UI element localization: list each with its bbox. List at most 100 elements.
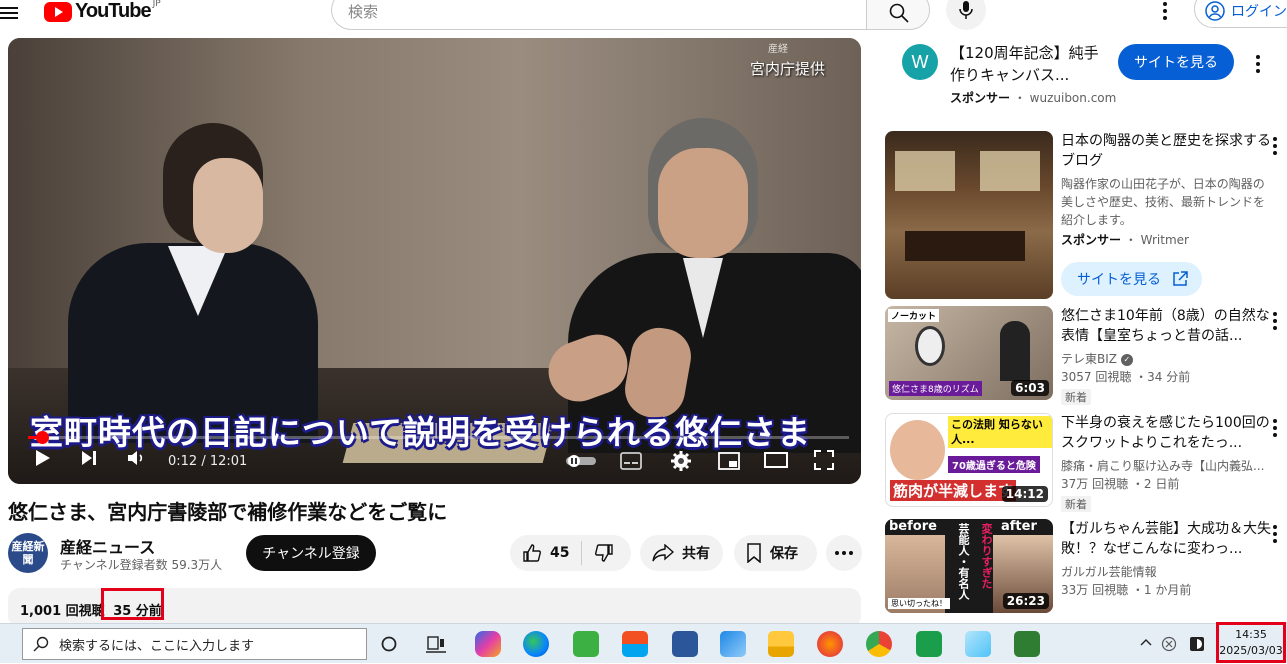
verified-check-icon: ✓: [1120, 353, 1133, 366]
finance-app-icon[interactable]: [1014, 631, 1040, 657]
view-count: 1,001 回視聴: [20, 604, 105, 619]
video-thumbnail[interactable]: before after 芸能人・有名人 変わりすぎた 思い切ったね！ 26:2…: [885, 519, 1053, 613]
channel-avatar-text: 産経新聞: [11, 540, 45, 566]
photos-icon[interactable]: [720, 631, 746, 657]
settings-gear-icon[interactable]: [670, 450, 692, 472]
document-app-icon[interactable]: [672, 631, 698, 657]
logo-region: JP: [152, 0, 161, 9]
thumb-headline: この法則 知らない人...: [948, 416, 1052, 448]
video-watermark: 産経: [768, 44, 788, 55]
progress-scrubber[interactable]: [35, 431, 49, 444]
ad-domain: wuzuibon.com: [1029, 91, 1117, 105]
youtube-logo[interactable]: YouTube JP: [44, 0, 161, 23]
sponsored-video-card[interactable]: 日本の陶器の美と歴史を探求するブログ 陶器作家の山田花子が、日本の陶器の美しさや…: [885, 131, 1287, 301]
thumb-after-label: after: [1001, 519, 1037, 534]
ad-title[interactable]: 【120周年記念】純手作りキャンバス...: [950, 42, 1100, 86]
thumb-caption: 筋肉が半減します: [890, 480, 1017, 501]
file-explorer-icon[interactable]: [768, 631, 794, 657]
line-app-icon[interactable]: [573, 631, 599, 657]
settings-more-icon[interactable]: [1163, 2, 1167, 22]
video-duration: 14:12: [1001, 486, 1048, 502]
ad-video-title[interactable]: 日本の陶器の美と歴史を探求するブログ: [1061, 131, 1271, 171]
thumbs-up-icon: [523, 544, 541, 562]
more-horizontal-icon: [835, 551, 853, 555]
share-button[interactable]: 共有: [640, 535, 723, 571]
video-more-icon[interactable]: [1273, 525, 1277, 546]
video-player[interactable]: 産経 宮内庁提供 室町時代の日記について説明を受けられる悠仁さま 0:12 / …: [8, 38, 861, 484]
fullscreen-icon[interactable]: [814, 450, 834, 470]
video-thumbnail[interactable]: この法則 知らない人... 70歳過ぎると危険 筋肉が半減します 14:12: [885, 413, 1053, 507]
channel-avatar[interactable]: 産経新聞: [8, 533, 48, 573]
video-more-icon[interactable]: [1273, 419, 1277, 440]
recommended-video[interactable]: before after 芸能人・有名人 変わりすぎた 思い切ったね！ 26:2…: [885, 519, 1287, 619]
spreadsheet-icon[interactable]: [916, 631, 942, 657]
video-person-right-face: [658, 148, 748, 258]
subtitles-icon[interactable]: [620, 452, 642, 470]
time-display: 0:12 / 12:01: [168, 454, 248, 469]
autoplay-toggle-icon[interactable]: [566, 454, 596, 468]
search-box: [331, 0, 867, 30]
chevron-up-icon[interactable]: [1140, 638, 1152, 646]
theater-mode-icon[interactable]: [764, 452, 788, 468]
taskbar-search[interactable]: 検索するには、ここに入力します: [22, 628, 367, 660]
app-icon[interactable]: [965, 631, 991, 657]
copilot-icon[interactable]: [475, 631, 501, 657]
search-icon: [33, 636, 49, 652]
more-actions-button[interactable]: [826, 535, 862, 571]
share-arrow-icon: [652, 544, 674, 562]
like-button[interactable]: 45: [510, 535, 569, 571]
recommended-video[interactable]: ノーカット 悠仁さま8歳のリズム 6:03 悠仁さま10年前（8歳）の自然な表情…: [885, 306, 1287, 406]
play-logo-icon: [44, 1, 72, 22]
ad-thumbnail[interactable]: [885, 131, 1053, 299]
miniplayer-icon[interactable]: [718, 452, 740, 470]
firefox-icon[interactable]: [817, 631, 843, 657]
external-link-icon: [1173, 271, 1188, 286]
video-more-icon[interactable]: [1273, 312, 1277, 333]
sponsored-ad-card[interactable]: W 【120周年記念】純手作りキャンバス... スポンサー ・ wuzuibon…: [885, 38, 1287, 120]
visit-site-button[interactable]: サイトを見る: [1061, 262, 1202, 296]
video-title: 悠仁さま、宮内庁書陵部で補修作業などをご覧に: [8, 500, 448, 524]
time-total: 12:01: [209, 454, 248, 469]
progress-bar[interactable]: [28, 431, 849, 444]
thumb-warning: 70歳過ぎると危険: [948, 456, 1040, 473]
ad-more-icon[interactable]: [1256, 55, 1260, 76]
channel-line[interactable]: テレ東BIZ ✓: [1061, 350, 1271, 368]
dislike-button[interactable]: [582, 535, 614, 571]
video-title[interactable]: 悠仁さま10年前（8歳）の自然な表情【皇室ちょっと昔の話...: [1061, 306, 1271, 346]
player-controls: 0:12 / 12:01: [8, 444, 861, 484]
thumb-label-bottom: 悠仁さま8歳のリズム: [889, 381, 982, 396]
cortana-icon[interactable]: [381, 636, 397, 652]
voice-search-button[interactable]: [946, 0, 986, 30]
video-stats: 33万 回視聴 ・1 か月前: [1061, 583, 1192, 597]
channel-name[interactable]: ガルガル芸能情報: [1061, 563, 1271, 581]
menu-icon[interactable]: [0, 4, 20, 20]
subscribe-button[interactable]: チャンネル登録: [246, 535, 376, 571]
search-icon: [889, 3, 909, 23]
search-input[interactable]: [348, 3, 828, 21]
network-disconnected-icon[interactable]: [1161, 636, 1177, 652]
video-thumbnail[interactable]: ノーカット 悠仁さま8歳のリズム 6:03: [885, 306, 1053, 400]
speaker-icon[interactable]: [1189, 636, 1205, 652]
task-view-icon[interactable]: [426, 635, 446, 653]
chrome-icon[interactable]: [866, 631, 892, 657]
ad-more-icon[interactable]: [1273, 137, 1277, 158]
edge-browser-icon[interactable]: [523, 631, 549, 657]
channel-name[interactable]: テレ東BIZ: [1061, 352, 1117, 366]
advertiser-avatar: W: [902, 44, 938, 80]
like-dislike-group: 45: [510, 535, 631, 571]
ad-sponsor-line: スポンサー ・ wuzuibon.com: [950, 91, 1117, 105]
video-title[interactable]: 下半身の衰えを感じたら100回のスクワットよりこれをたっ...: [1061, 413, 1271, 453]
save-button[interactable]: 保存: [734, 535, 817, 571]
video-title[interactable]: 【ガルちゃん芸能】大成功＆大失敗！？なぜこんなに変わっ...: [1061, 519, 1271, 559]
play-icon[interactable]: [34, 448, 52, 468]
volume-icon[interactable]: [126, 448, 146, 468]
visit-site-button[interactable]: サイトを見る: [1118, 44, 1234, 80]
new-badge: 新着: [1061, 496, 1091, 512]
channel-name[interactable]: 産経ニュース: [60, 534, 155, 558]
channel-name[interactable]: 膝痛・肩こり駆け込み寺【山内義弘...: [1061, 457, 1271, 475]
store-icon[interactable]: [622, 631, 648, 657]
recommended-video[interactable]: この法則 知らない人... 70歳過ぎると危険 筋肉が半減します 14:12 下…: [885, 413, 1287, 513]
login-button[interactable]: ログイン: [1194, 0, 1287, 28]
next-icon[interactable]: [80, 448, 98, 468]
search-button[interactable]: [866, 0, 930, 30]
